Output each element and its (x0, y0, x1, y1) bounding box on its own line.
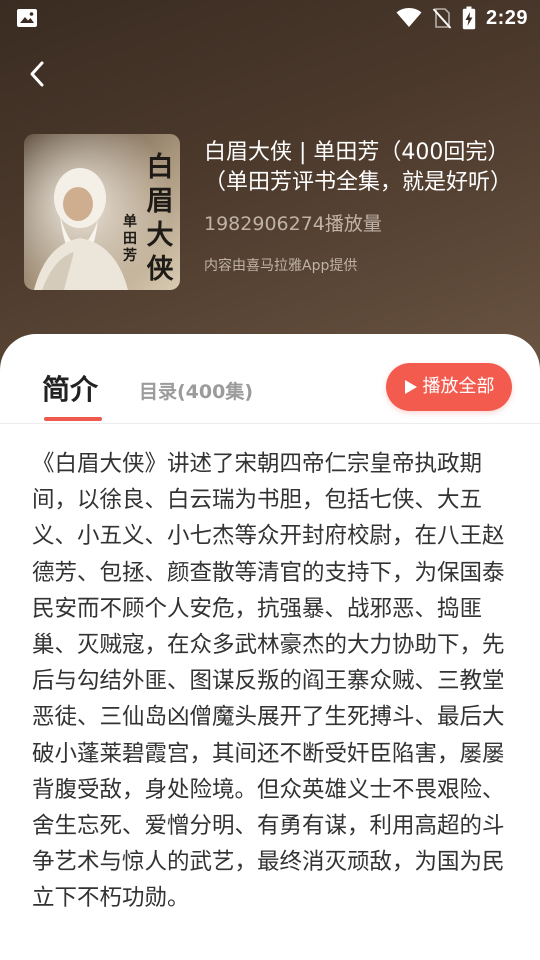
battery-charging-icon (462, 6, 476, 30)
tab-divider (0, 423, 540, 424)
album-cover[interactable]: 白 眉 大 侠 单 田 芳 (24, 134, 180, 290)
cover-title-char-2: 眉 (147, 186, 174, 217)
cover-title-char-3: 大 (147, 220, 174, 251)
tab-catalog[interactable]: 目录(400集) (139, 378, 253, 406)
wifi-icon (396, 8, 422, 27)
tab-intro[interactable]: 简介 (42, 370, 98, 410)
back-button[interactable] (20, 54, 56, 94)
cover-author-char-2: 田 (123, 231, 137, 247)
play-count: 1982906274播放量 (204, 213, 382, 235)
status-icons: 2:29 (386, 6, 528, 30)
play-all-button[interactable]: 播放全部 (386, 363, 512, 411)
play-icon (404, 380, 417, 394)
content-provider: 内容由喜马拉雅App提供 (204, 258, 358, 274)
album-title: 白眉大侠 | 单田芳（400回完）（单田芳评书全集，就是好听） (204, 140, 513, 195)
no-sim-icon (432, 8, 452, 29)
cover-author-char-1: 单 (123, 213, 137, 230)
status-bar: 2:29 (0, 0, 540, 36)
cover-artwork: 白 眉 大 侠 单 田 芳 (24, 134, 180, 290)
active-tab-indicator (44, 417, 102, 421)
status-time: 2:29 (485, 6, 528, 29)
chevron-left-icon (30, 61, 44, 87)
cover-author-char-3: 芳 (123, 247, 137, 264)
cover-title-char-4: 侠 (147, 254, 175, 285)
play-all-label: 播放全部 (422, 376, 495, 397)
image-icon (17, 9, 37, 27)
cover-title-char-1: 白 (147, 151, 174, 183)
album-description: 《白眉大侠》讲述了宋朝四帝仁宗皇帝执政期间，以徐良、白云瑞为书胆，包括七侠、大五… (32, 451, 505, 912)
